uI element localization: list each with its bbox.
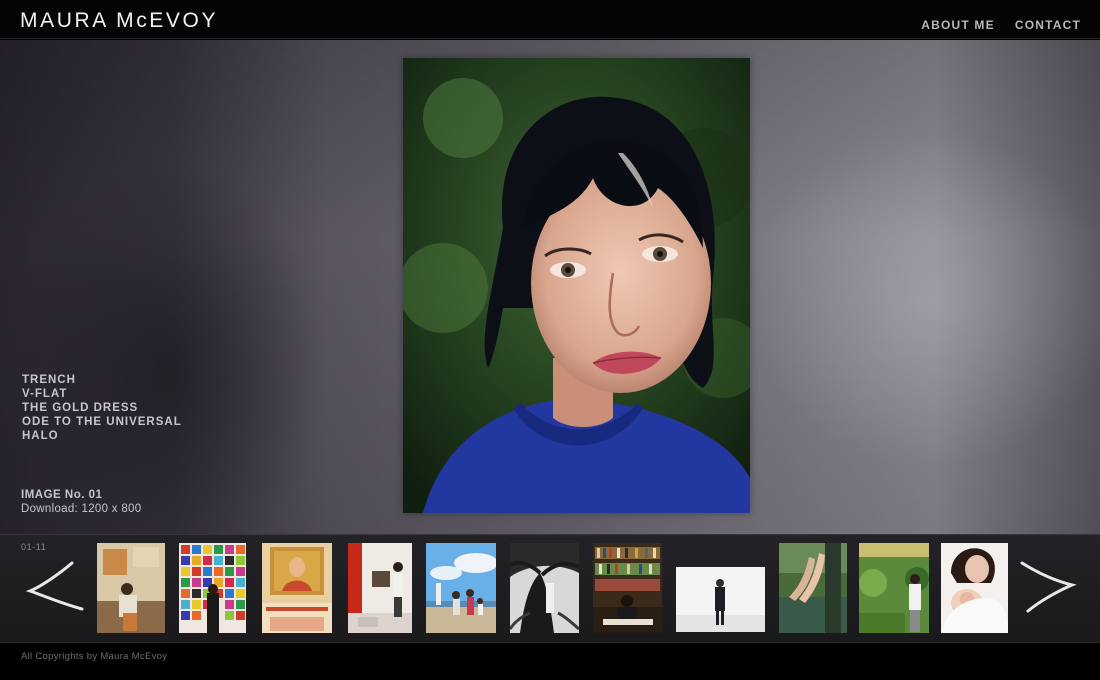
project-link[interactable]: ODE TO THE UNIVERSAL	[22, 415, 182, 429]
next-button[interactable]	[1016, 557, 1078, 617]
thumbnail-11[interactable]	[941, 543, 1008, 633]
thumbnail-image	[348, 543, 412, 633]
copyright-text: All Copyrights by Maura McEvoy	[21, 651, 168, 662]
thumbnail-image	[859, 543, 929, 633]
chevron-right-icon	[1020, 561, 1077, 613]
thumbnail-image	[779, 543, 847, 633]
app-window: MAURA McEVOY ABOUT ME CONTACT TRENCH V-F…	[0, 0, 1100, 680]
thumbnail-09[interactable]	[779, 543, 847, 633]
thumbnail-image	[426, 543, 496, 633]
top-nav: ABOUT ME CONTACT	[921, 18, 1081, 32]
thumbnail-05[interactable]	[426, 543, 496, 633]
site-footer: All Copyrights by Maura McEvoy	[0, 642, 1100, 680]
thumbnail-image	[97, 543, 165, 633]
main-photo[interactable]	[403, 58, 750, 513]
project-link[interactable]: V-FLAT	[22, 387, 182, 401]
thumbnail-image	[593, 543, 662, 633]
thumbnail-07[interactable]	[593, 543, 662, 633]
photo-stage: TRENCH V-FLAT THE GOLD DRESS ODE TO THE …	[0, 40, 1100, 534]
download-link[interactable]: Download: 1200 x 800	[21, 502, 141, 516]
filmstrip: 01-11	[0, 534, 1100, 642]
project-list: TRENCH V-FLAT THE GOLD DRESS ODE TO THE …	[22, 373, 182, 443]
project-link[interactable]: TRENCH	[22, 373, 182, 387]
thumbnail-06[interactable]	[510, 543, 579, 633]
thumbnail-image	[676, 567, 765, 632]
thumbnail-image	[179, 543, 246, 633]
thumbnail-08[interactable]	[676, 567, 765, 632]
nav-about-me[interactable]: ABOUT ME	[921, 18, 995, 32]
image-counter: 01-11	[21, 542, 47, 552]
thumbnail-02[interactable]	[179, 543, 246, 633]
thumbnail-image	[262, 543, 332, 633]
thumbnail-10[interactable]	[859, 543, 929, 633]
thumbnail-04[interactable]	[348, 543, 412, 633]
thumbnail-image	[941, 543, 1008, 633]
nav-contact[interactable]: CONTACT	[1015, 18, 1081, 32]
thumbnail-03[interactable]	[262, 543, 332, 633]
thumbnail-image	[510, 543, 579, 633]
chevron-left-icon	[25, 561, 84, 611]
thumbnail-01[interactable]	[97, 543, 165, 633]
project-link[interactable]: THE GOLD DRESS	[22, 401, 182, 415]
prev-button[interactable]	[24, 557, 86, 617]
site-header: MAURA McEVOY ABOUT ME CONTACT	[0, 0, 1100, 39]
portrait-image	[403, 58, 750, 513]
image-info: IMAGE No. 01 Download: 1200 x 800	[21, 488, 141, 516]
image-number: IMAGE No. 01	[21, 489, 103, 501]
project-link[interactable]: HALO	[22, 429, 182, 443]
site-logo[interactable]: MAURA McEVOY	[20, 9, 218, 33]
